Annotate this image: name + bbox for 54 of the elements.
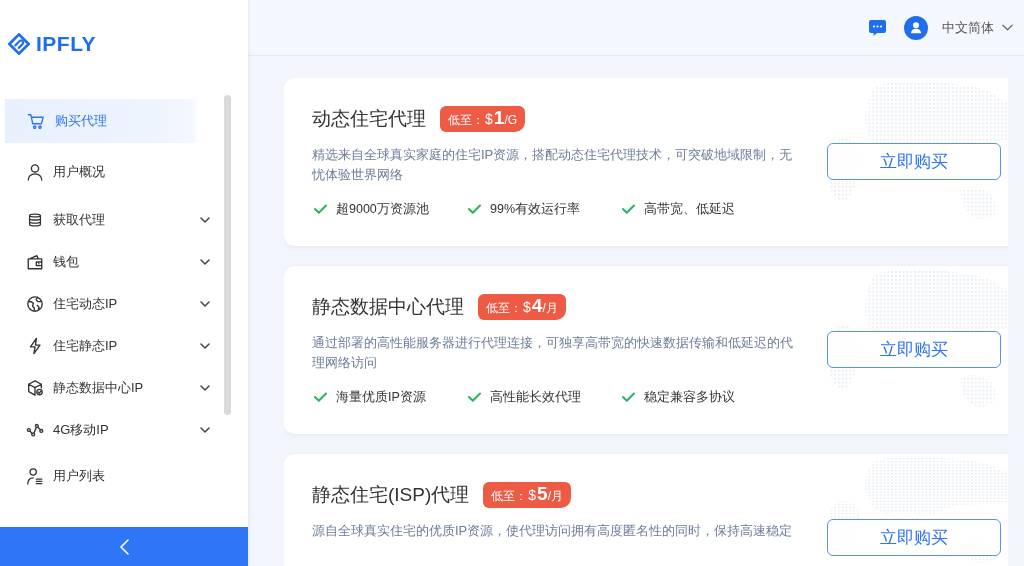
- cube-icon: [26, 379, 44, 397]
- scrollbar-thumb[interactable]: [224, 95, 231, 415]
- chevron-down-icon: [200, 259, 210, 265]
- product-title: 动态住宅代理: [312, 107, 426, 131]
- product-description: 源自全球真实住宅的优质IP资源，使代理访问拥有高度匿名性的同时，保持高速稳定: [312, 522, 794, 540]
- database-icon: [26, 211, 44, 229]
- check-icon: [468, 204, 481, 214]
- sidebar-item[interactable]: 住宅动态IP: [5, 283, 217, 325]
- chevron-down-icon: [200, 343, 210, 349]
- feature-label: 高性能长效代理: [490, 388, 581, 406]
- person-icon: [26, 163, 44, 181]
- check-icon: [622, 392, 635, 402]
- chevron-down-icon: [200, 385, 210, 391]
- check-icon: [314, 204, 327, 214]
- chevron-down-icon: [200, 427, 210, 433]
- user-list-icon: [26, 467, 44, 485]
- chevron-left-icon: [119, 538, 129, 555]
- product-title: 静态数据中心代理: [312, 295, 464, 319]
- feature-label: 海量优质IP资源: [336, 388, 426, 406]
- logo-icon: [8, 33, 30, 55]
- sidebar-item[interactable]: 静态数据中心IP: [5, 367, 217, 409]
- buy-now-button[interactable]: 立即购买: [827, 519, 1001, 556]
- product-description: 精选来自全球真实家庭的住宅IP资源，搭配动态住宅代理技术，可突破地域限制，无忧体验世界网络: [312, 146, 794, 184]
- check-icon: [314, 392, 327, 402]
- chat-icon[interactable]: [869, 19, 886, 36]
- feature-label: 99%有效运行率: [490, 200, 581, 218]
- sidebar-item[interactable]: 4G移动IP: [5, 409, 217, 451]
- feature-label: 稳定兼容多协议: [644, 388, 735, 406]
- sidebar-item[interactable]: 钱包: [5, 241, 217, 283]
- language-selector[interactable]: 中文简体: [942, 18, 1013, 37]
- chevron-down-icon: [200, 217, 210, 223]
- chevron-down-icon: [1002, 24, 1013, 31]
- product-title: 静态住宅(ISP)代理: [312, 483, 470, 507]
- feature-label: 超9000万资源池: [336, 200, 429, 218]
- user-avatar-icon[interactable]: [904, 15, 928, 40]
- check-icon: [468, 392, 481, 402]
- sidebar-item[interactable]: 获取代理: [5, 199, 217, 241]
- feature-label: 高带宽、低延迟: [644, 200, 735, 218]
- buy-now-button[interactable]: 立即购买: [827, 143, 1001, 180]
- price-badge: 低至：$1/G: [440, 106, 526, 132]
- globe-icon: [26, 295, 44, 313]
- wallet-icon: [26, 253, 44, 271]
- price-badge: 低至：$4/月: [478, 294, 566, 320]
- price-badge: 低至：$5/月: [483, 482, 571, 508]
- check-icon: [622, 204, 635, 214]
- buy-now-button[interactable]: 立即购买: [827, 331, 1001, 368]
- product-description: 通过部署的高性能服务器进行代理连接，可独享高带宽的快速数据传输和低延迟的代理网络访问: [312, 334, 794, 372]
- sidebar-item[interactable]: 用户概况: [5, 151, 217, 193]
- network-nodes-icon: [26, 421, 44, 439]
- sidebar-item[interactable]: 用户列表: [5, 455, 217, 497]
- cart-icon: [27, 112, 45, 130]
- chevron-down-icon: [200, 301, 210, 307]
- logo-text: IPFLY: [36, 32, 97, 56]
- sidebar-item[interactable]: 住宅静态IP: [5, 325, 217, 367]
